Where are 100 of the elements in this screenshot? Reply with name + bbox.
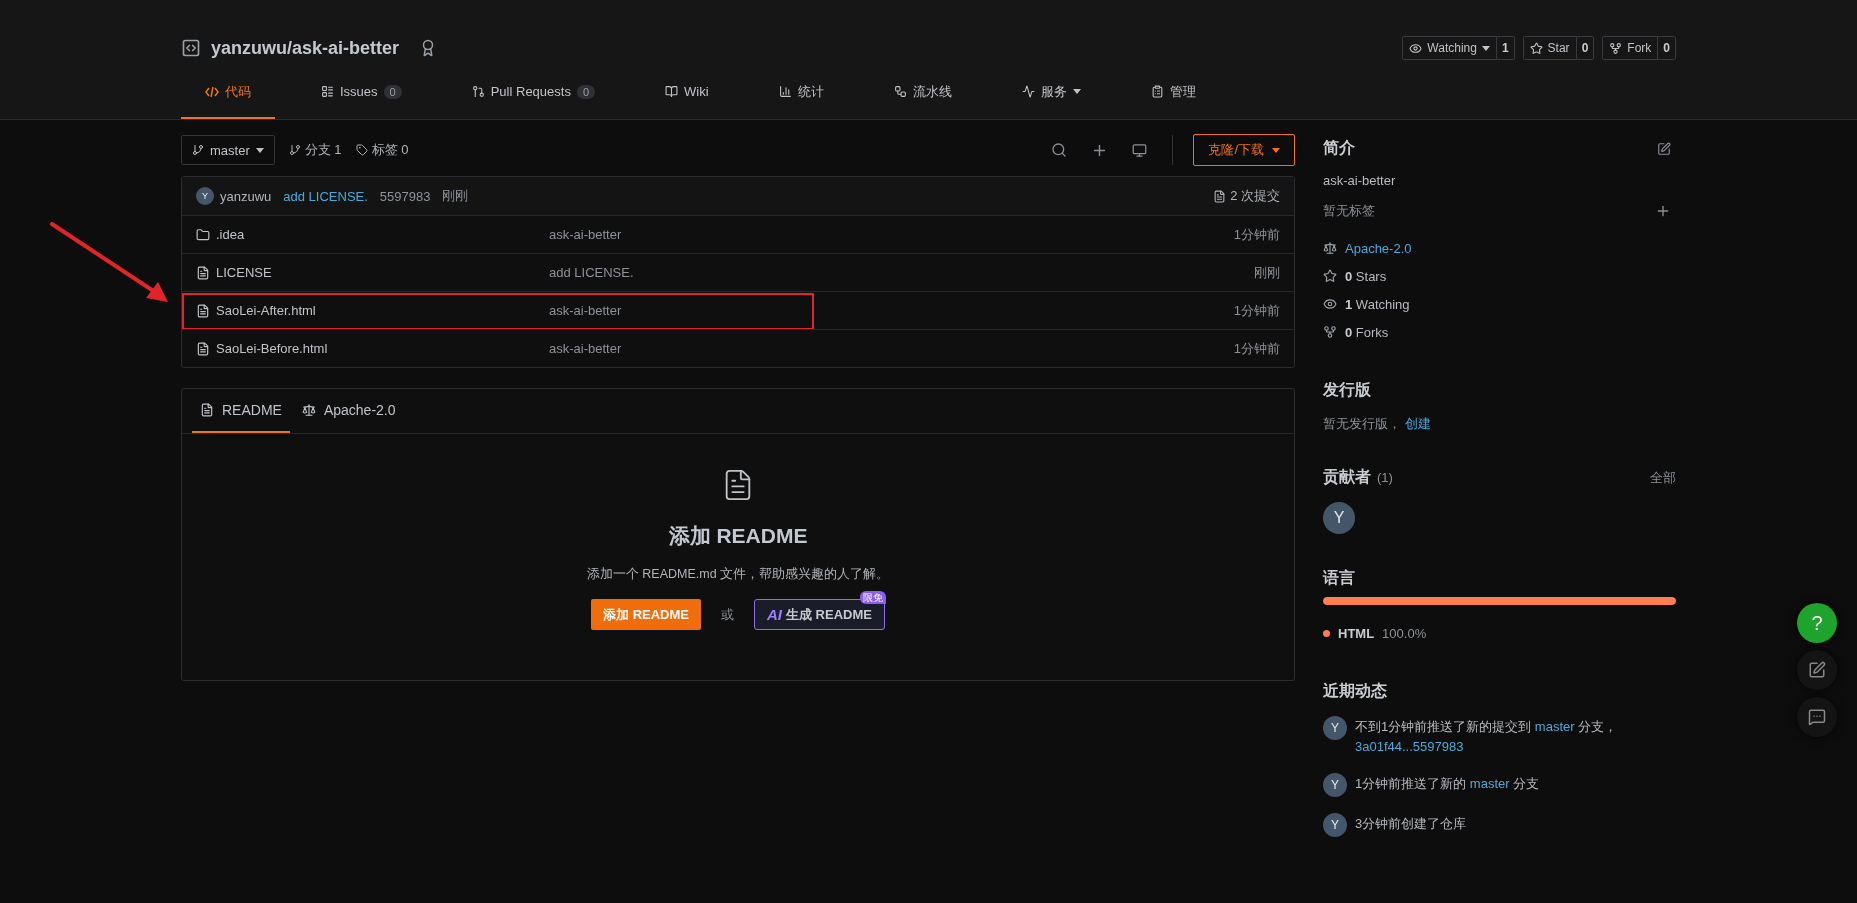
activity-text: 1分钟前推送了新的 master 分支	[1355, 775, 1540, 793]
document-icon	[196, 341, 210, 356]
fork-icon	[1323, 325, 1337, 339]
repo-title: yanzuwu/ask-ai-better	[211, 37, 400, 59]
file-name-link[interactable]: SaoLei-After.html	[196, 303, 549, 318]
branch-icon	[192, 144, 204, 156]
edit-icon	[1808, 661, 1826, 679]
commit-message-link[interactable]: add LICENSE.	[283, 188, 368, 204]
empty-title: 添加 README	[668, 523, 808, 549]
tag-icon	[355, 144, 368, 156]
stat-label: 0 Stars	[1345, 268, 1387, 284]
activity-link[interactable]: master	[1534, 719, 1575, 734]
nav-tab[interactable]: 统计	[754, 66, 848, 119]
document-icon	[200, 403, 214, 417]
caret-icon	[1481, 45, 1490, 51]
file-name-link[interactable]: .idea	[196, 227, 549, 242]
star-icon	[1323, 269, 1337, 283]
nav-tab[interactable]: Pull Requests 0	[447, 66, 620, 119]
scale-icon	[301, 403, 316, 417]
avatar: Y	[196, 187, 214, 205]
nav-tab[interactable]: 代码	[181, 66, 275, 119]
avatar: Y	[1323, 716, 1347, 740]
commit-message: ask-ai-better	[549, 227, 623, 242]
caret-icon	[1072, 89, 1081, 94]
list-icon	[321, 85, 334, 98]
workflow-icon	[893, 85, 907, 98]
modified-time: 刚刚	[1254, 263, 1280, 282]
section-title: 语言	[1323, 568, 1356, 588]
nav-tab[interactable]: Issues 0	[297, 66, 426, 119]
all-contributors-link[interactable]: 全部	[1650, 468, 1676, 487]
stat-label: 0 Forks	[1345, 324, 1389, 340]
commits-link[interactable]: 2 次提交	[1213, 187, 1280, 205]
watch-button[interactable]: Watching	[1403, 37, 1496, 59]
count: 0	[1575, 37, 1594, 59]
language-name: HTML	[1338, 625, 1375, 641]
empty-description: 添加一个 README.md 文件，帮助感兴趣的人了解。	[586, 566, 890, 583]
count: 0	[1657, 37, 1675, 59]
language-percent: 100.0%	[1382, 625, 1427, 641]
document-icon	[1213, 189, 1227, 203]
count: 1	[1495, 37, 1514, 59]
no-tags-label: 暂无标签	[1323, 202, 1375, 220]
section-title: 简介	[1323, 138, 1355, 158]
avatar: Y	[1323, 773, 1347, 797]
edit-icon	[1657, 141, 1671, 156]
activity-link[interactable]: 3a01f44...5597983	[1355, 739, 1464, 754]
contributor-avatar[interactable]: Y	[1323, 502, 1355, 534]
pulse-icon	[1021, 85, 1035, 98]
license-type-link[interactable]: Apache-2.0	[1345, 240, 1412, 256]
chat-icon	[1808, 708, 1826, 726]
tags-link[interactable]: 标签 0	[355, 141, 409, 159]
star-button[interactable]: Star	[1523, 37, 1576, 59]
or-label: 或	[721, 605, 734, 624]
file-name-link[interactable]: LICENSE	[196, 265, 549, 280]
free-badge: 限免	[859, 591, 886, 604]
modified-time: 1分钟前	[1233, 301, 1280, 320]
section-title: 发行版	[1323, 380, 1371, 400]
eye-icon	[1323, 297, 1337, 311]
avatar: Y	[1323, 813, 1347, 837]
modified-time: 1分钟前	[1233, 339, 1280, 358]
chat-button[interactable]	[1797, 697, 1837, 737]
caret-icon	[255, 147, 264, 153]
scale-icon	[1323, 241, 1337, 255]
activity-text: 不到1分钟前推送了新的提交到 master 分支， 3a01f44...5597983	[1355, 718, 1619, 756]
branch-select[interactable]: master	[181, 135, 275, 165]
nav-tab[interactable]: 服务	[997, 66, 1105, 119]
commit-time: 刚刚	[442, 187, 469, 205]
branches-link[interactable]: 分支 1	[288, 141, 342, 159]
star-icon	[1529, 41, 1543, 55]
clone-button[interactable]: 克隆/下载	[1193, 134, 1295, 166]
activity-text: 3分钟前创建了仓库	[1355, 815, 1467, 833]
commit-message: ask-ai-better	[549, 303, 623, 318]
commit-hash: 5597983	[379, 188, 431, 204]
contributor-count: (1)	[1377, 470, 1393, 485]
section-title: 近期动态	[1323, 681, 1387, 701]
pull-request-icon	[471, 85, 485, 98]
nav-tab[interactable]: Wiki	[641, 66, 733, 119]
folder-icon	[196, 227, 210, 242]
document-icon	[196, 265, 210, 280]
count-badge: 0	[576, 84, 596, 99]
search-icon	[1051, 142, 1068, 158]
create-release-link[interactable]: 创建	[1405, 416, 1431, 431]
activity-link[interactable]: master	[1469, 776, 1510, 791]
feedback-button[interactable]	[1797, 650, 1837, 690]
clipboard-icon	[1150, 85, 1164, 98]
fork-button[interactable]: Fork	[1603, 37, 1658, 59]
plus-icon	[1655, 203, 1671, 219]
repo-description: ask-ai-better	[1323, 173, 1397, 188]
caret-icon	[1272, 147, 1280, 153]
file-name-link[interactable]: SaoLei-Before.html	[196, 341, 549, 356]
nav-tab[interactable]: 管理	[1126, 66, 1220, 119]
book-icon	[665, 85, 679, 98]
readme-tab[interactable]: Apache-2.0	[293, 389, 404, 433]
repo-icon	[181, 38, 201, 58]
bar-chart-icon	[778, 85, 792, 98]
readme-tab[interactable]: README	[192, 389, 290, 433]
commit-message: add LICENSE.	[549, 265, 635, 280]
commit-message: ask-ai-better	[549, 341, 623, 356]
nav-tab[interactable]: 流水线	[869, 66, 976, 119]
no-releases-label: 暂无发行版，	[1323, 416, 1401, 431]
document-icon	[196, 303, 210, 318]
